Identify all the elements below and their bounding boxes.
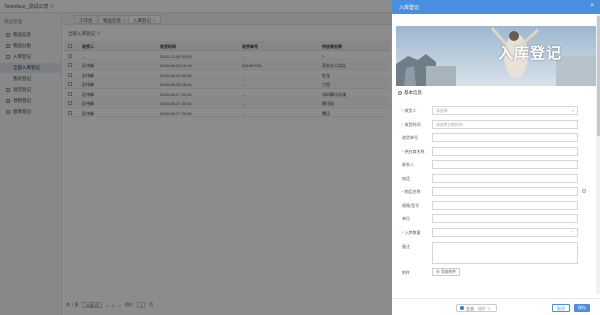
text-input[interactable] [432, 133, 578, 142]
field-label-text: 供应商名称 [404, 148, 425, 154]
drawer-header: 入库登记 × [392, 0, 600, 14]
scrollbar-thumb[interactable] [596, 16, 600, 136]
remark-textarea[interactable] [432, 242, 578, 264]
required-marker: * [402, 121, 404, 127]
banner-illustration [396, 26, 596, 86]
switch-label: 企业 [466, 305, 474, 311]
visibility-switch[interactable]: 企业 插件 ∨ [456, 304, 498, 312]
close-icon[interactable]: × [590, 3, 594, 9]
field-label-text: 收货时间 [404, 121, 421, 127]
input-placeholder: 请选择 [436, 109, 448, 113]
field-label-text: 规格/型号 [402, 202, 420, 208]
cancel-button[interactable]: 取消 [552, 304, 570, 312]
field-label: *入库数量 [402, 230, 421, 236]
form-row: *收货时间 请选择日期时间 [402, 119, 592, 130]
field-label: 备注 [402, 244, 410, 249]
form-row: 联系人 [402, 160, 592, 170]
required-marker: * [402, 229, 404, 235]
form-row-remark: 备注 [402, 242, 592, 266]
switch-option[interactable]: 插件 ∨ [478, 305, 491, 312]
text-input[interactable] [432, 200, 578, 210]
drawer-scrollbar[interactable] [596, 14, 600, 294]
form-row: 规格/型号 [402, 200, 592, 211]
clear-icon[interactable]: × [572, 107, 574, 115]
stepper-icon[interactable]: ⌃ [571, 229, 574, 237]
field-label: *收货时间 [402, 122, 421, 128]
field-label: *供应商名称 [402, 149, 425, 155]
form-row: *物品名称 [402, 187, 592, 197]
form-row: *入库数量 ⌃ [402, 227, 592, 238]
banner-image: 入库登记 [396, 26, 596, 86]
input-placeholder: 请选择日期时间 [436, 122, 463, 127]
collapse-icon [398, 91, 402, 95]
field-label-text: 收货单号 [402, 135, 418, 140]
number-input[interactable]: ⌃ [432, 227, 578, 237]
text-input[interactable] [432, 160, 578, 169]
section-title: 基本信息 [404, 90, 422, 95]
field-label: 规格/型号 [402, 203, 419, 209]
inbound-form-drawer: 入库登记 × 入库登记 基本信息 *收货人请选择×*收货时间请选择日期时 [392, 0, 600, 315]
field-label-text: 电话 [402, 175, 410, 181]
field-label: 电话 [402, 176, 410, 182]
field-label: 单位 [402, 216, 410, 222]
field-label-text: 联系人 [402, 162, 414, 167]
text-input[interactable] [432, 146, 578, 156]
text-input[interactable] [432, 214, 578, 223]
field-label: 联系人 [402, 162, 414, 168]
banner-title: 入库登记 [497, 45, 562, 62]
field-label: 附件 [402, 270, 410, 275]
form-row: 单位 [402, 214, 592, 224]
form-row: *收货人 请选择 × [402, 106, 592, 116]
field-label-text: 收货人 [404, 108, 417, 113]
drawer-footer: 企业 插件 ∨ 取消 保存 [392, 298, 600, 315]
lookup-icon[interactable] [582, 189, 586, 193]
date-input[interactable]: 请选择日期时间 [432, 119, 578, 129]
radio-icon [460, 306, 464, 310]
required-marker: * [402, 189, 404, 194]
field-label-text: 单位 [402, 216, 410, 221]
text-input[interactable] [432, 173, 578, 183]
section-basic-info[interactable]: 基本信息 [398, 90, 422, 96]
field-label: 收货单号 [402, 135, 418, 141]
lookup-input[interactable] [432, 187, 578, 196]
modal-overlay[interactable] [0, 0, 392, 315]
form-row: 电话 [402, 173, 592, 184]
select-input[interactable]: 请选择 × [432, 106, 578, 115]
form-row-attachment: 附件 ⊕ 添加附件 [402, 268, 592, 278]
drawer-title: 入库登记 [399, 5, 420, 11]
form-row: *供应商名称 [402, 146, 592, 157]
field-label: *物品名称 [402, 189, 421, 195]
required-marker: * [402, 148, 404, 154]
field-label: *收货人 [402, 108, 417, 114]
add-attachment-button[interactable]: ⊕ 添加附件 [432, 268, 461, 276]
field-label-text: 入库数量 [404, 229, 421, 235]
field-label-text: 物品名称 [404, 189, 421, 194]
required-marker: * [402, 108, 404, 113]
form-row: 收货单号 [402, 133, 592, 143]
save-button[interactable]: 保存 [574, 304, 590, 312]
